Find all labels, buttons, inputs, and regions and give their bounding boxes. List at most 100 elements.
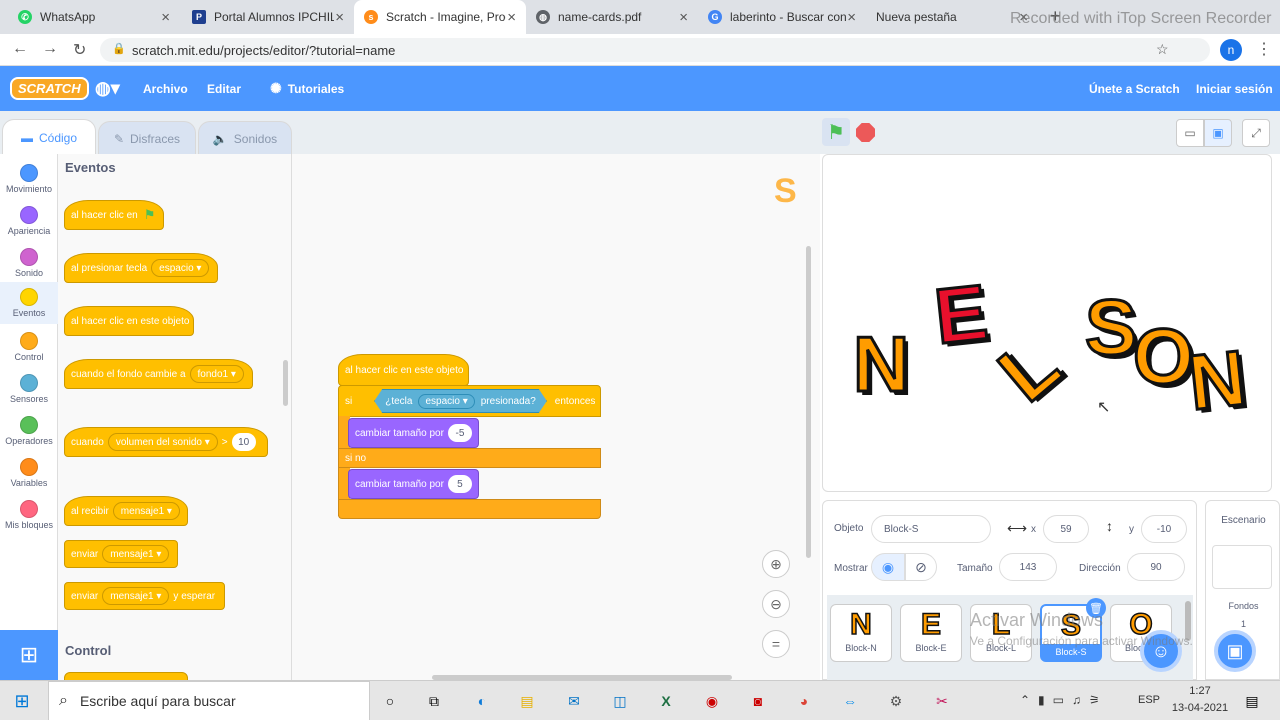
- tab-whatsapp[interactable]: ✆ WhatsApp ×: [8, 0, 180, 34]
- back-icon[interactable]: ←: [12, 40, 28, 58]
- tab-portal[interactable]: P Portal Alumnos IPCHILE ×: [182, 0, 354, 34]
- stop-icon[interactable]: [856, 123, 875, 142]
- message-dropdown[interactable]: mensaje1 ▾: [112, 502, 180, 520]
- clock-date[interactable]: 13-04-2021: [1164, 702, 1236, 714]
- palette-scrollbar[interactable]: [283, 360, 288, 406]
- add-extension-button[interactable]: ⊞: [0, 630, 58, 680]
- small-stage-icon[interactable]: ▭: [1176, 119, 1204, 147]
- script-vscroll[interactable]: [806, 246, 811, 558]
- tab-code[interactable]: ▬ Código: [2, 119, 96, 155]
- script-area[interactable]: al hacer clic en este objeto si ¿tecla e…: [292, 154, 820, 680]
- category-apariencia[interactable]: Apariencia: [0, 200, 58, 242]
- stage-sprite-e[interactable]: E: [929, 266, 993, 362]
- block-when-flag-clicked[interactable]: al hacer clic en ⚑: [64, 200, 164, 230]
- message-dropdown[interactable]: mensaje1 ▾: [102, 545, 170, 563]
- sprite-x-input[interactable]: 59: [1043, 515, 1089, 543]
- stage-sprite-n2[interactable]: N: [1183, 332, 1251, 428]
- show-eye-icon[interactable]: ◉: [871, 553, 905, 581]
- cortana-icon[interactable]: ○: [378, 689, 402, 713]
- sprite-thumb-block-n[interactable]: N Block-N: [830, 604, 892, 662]
- star-icon[interactable]: ☆: [1156, 41, 1169, 58]
- zoom-in-icon[interactable]: ⊕: [762, 550, 790, 578]
- hide-eye-icon[interactable]: ⊘: [905, 553, 937, 581]
- system-tray-icons[interactable]: ⌃▮▭♫⚞: [1020, 693, 1108, 707]
- block-control-partial[interactable]: [64, 672, 188, 680]
- block-broadcast-and-wait[interactable]: enviar mensaje1 ▾ y esperar: [64, 582, 225, 610]
- reload-icon[interactable]: ↻: [73, 40, 86, 60]
- sensor-dropdown[interactable]: volumen del sonido ▾: [107, 433, 218, 451]
- language-globe-icon[interactable]: ◍▾: [95, 66, 120, 111]
- block-when-greater-than[interactable]: cuando volumen del sonido ▾ >10: [64, 427, 268, 457]
- large-stage-icon[interactable]: ▣: [1204, 119, 1232, 147]
- key-pressed-condition[interactable]: ¿tecla espacio ▾ presionada?: [374, 389, 547, 413]
- script-else[interactable]: si no: [338, 448, 601, 468]
- category-sonido[interactable]: Sonido: [0, 242, 58, 284]
- fullscreen-icon[interactable]: ⤢: [1242, 119, 1270, 147]
- settings-gear-icon[interactable]: ⚙: [884, 689, 908, 713]
- category-movimiento[interactable]: Movimiento: [0, 158, 58, 200]
- close-icon[interactable]: ×: [847, 9, 856, 26]
- tab-scratch[interactable]: s Scratch - Imagine, Progr ×: [354, 0, 526, 34]
- tab-google[interactable]: G laberinto - Buscar con ×: [698, 0, 866, 34]
- teamviewer-icon[interactable]: ⇔: [838, 689, 862, 713]
- size-input-2[interactable]: 5: [447, 475, 472, 493]
- notifications-icon[interactable]: ▤: [1240, 689, 1264, 713]
- sign-in-link[interactable]: Iniciar sesión: [1196, 66, 1273, 111]
- green-flag-icon[interactable]: ⚑: [822, 118, 850, 146]
- category-variables[interactable]: Variables: [0, 452, 58, 494]
- sprite-thumb-block-e[interactable]: E Block-E: [900, 604, 962, 662]
- category-eventos[interactable]: Eventos: [0, 282, 58, 324]
- excel-icon[interactable]: X: [654, 689, 678, 713]
- choose-backdrop-icon[interactable]: ▣: [1214, 630, 1256, 672]
- task-view-icon[interactable]: ⧉: [422, 689, 446, 713]
- block-when-backdrop-switches[interactable]: cuando el fondo cambie a fondo1 ▾: [64, 359, 253, 389]
- scratch-logo[interactable]: SCRATCH: [10, 77, 89, 100]
- stage-canvas[interactable]: N E L S O N ↖: [822, 154, 1272, 492]
- sprite-size-input[interactable]: 143: [999, 553, 1057, 581]
- chrome-icon[interactable]: ◕: [792, 689, 816, 713]
- block-when-receive[interactable]: al recibir mensaje1 ▾: [64, 496, 188, 526]
- script-change-size-1[interactable]: cambiar tamaño por -5: [348, 418, 479, 448]
- tab-sounds[interactable]: 🔈 Sonidos: [198, 121, 292, 155]
- close-icon[interactable]: ×: [507, 9, 516, 26]
- zoom-reset-icon[interactable]: =: [762, 630, 790, 658]
- join-scratch-link[interactable]: Únete a Scratch: [1089, 66, 1180, 111]
- forward-icon[interactable]: →: [42, 40, 58, 58]
- tab-pdf[interactable]: ◍ name-cards.pdf ×: [526, 0, 698, 34]
- sprite-direction-input[interactable]: 90: [1127, 553, 1185, 581]
- windows-start-icon[interactable]: ⊞: [10, 689, 34, 713]
- sprite-y-input[interactable]: -10: [1141, 515, 1187, 543]
- block-when-sprite-clicked[interactable]: al hacer clic en este objeto: [64, 306, 194, 336]
- language-indicator[interactable]: ESP: [1138, 694, 1160, 706]
- clock-time[interactable]: 1:27: [1170, 685, 1230, 697]
- size-input-1[interactable]: -5: [447, 424, 472, 442]
- sprite-name-input[interactable]: Block-S: [871, 515, 991, 543]
- stage-sprite-s[interactable]: S: [1083, 287, 1138, 368]
- taskbar-search-box[interactable]: ⌕ Escribe aquí para buscar: [48, 681, 370, 720]
- close-icon[interactable]: ×: [161, 9, 170, 26]
- file-explorer-icon[interactable]: ▤: [515, 689, 539, 713]
- block-broadcast[interactable]: enviar mensaje1 ▾: [64, 540, 178, 568]
- menu-icon[interactable]: ⋮: [1256, 39, 1272, 59]
- tab-costumes[interactable]: ✎ Disfraces: [98, 121, 196, 155]
- address-field[interactable]: 🔒 scratch.mit.edu/projects/editor/?tutor…: [100, 38, 1210, 62]
- menu-tutoriales[interactable]: ✺ Tutoriales: [270, 66, 344, 111]
- edge-icon[interactable]: ◐: [470, 689, 494, 713]
- category-sensores[interactable]: Sensores: [0, 368, 58, 410]
- stage-sprite-o[interactable]: O: [1132, 316, 1196, 397]
- mail-icon[interactable]: ✉: [562, 689, 586, 713]
- screen-recorder-icon[interactable]: ◙: [746, 689, 770, 713]
- stage-sprite-l[interactable]: L: [981, 318, 1077, 419]
- profile-avatar[interactable]: n: [1220, 39, 1242, 61]
- menu-archivo[interactable]: Archivo: [143, 66, 188, 111]
- app-red-icon[interactable]: ◉: [700, 689, 724, 713]
- backdrop-thumbnail[interactable]: [1212, 545, 1272, 589]
- outlook-icon[interactable]: ◫: [608, 689, 632, 713]
- block-when-key-pressed[interactable]: al presionar tecla espacio ▾: [64, 253, 218, 283]
- key-dropdown[interactable]: espacio ▾: [418, 394, 474, 409]
- snipping-tool-icon[interactable]: ✂: [930, 689, 954, 713]
- category-mis-bloques[interactable]: Mis bloques: [0, 494, 58, 536]
- menu-editar[interactable]: Editar: [207, 66, 241, 111]
- message-dropdown[interactable]: mensaje1 ▾: [102, 587, 170, 605]
- threshold-input[interactable]: 10: [231, 433, 256, 451]
